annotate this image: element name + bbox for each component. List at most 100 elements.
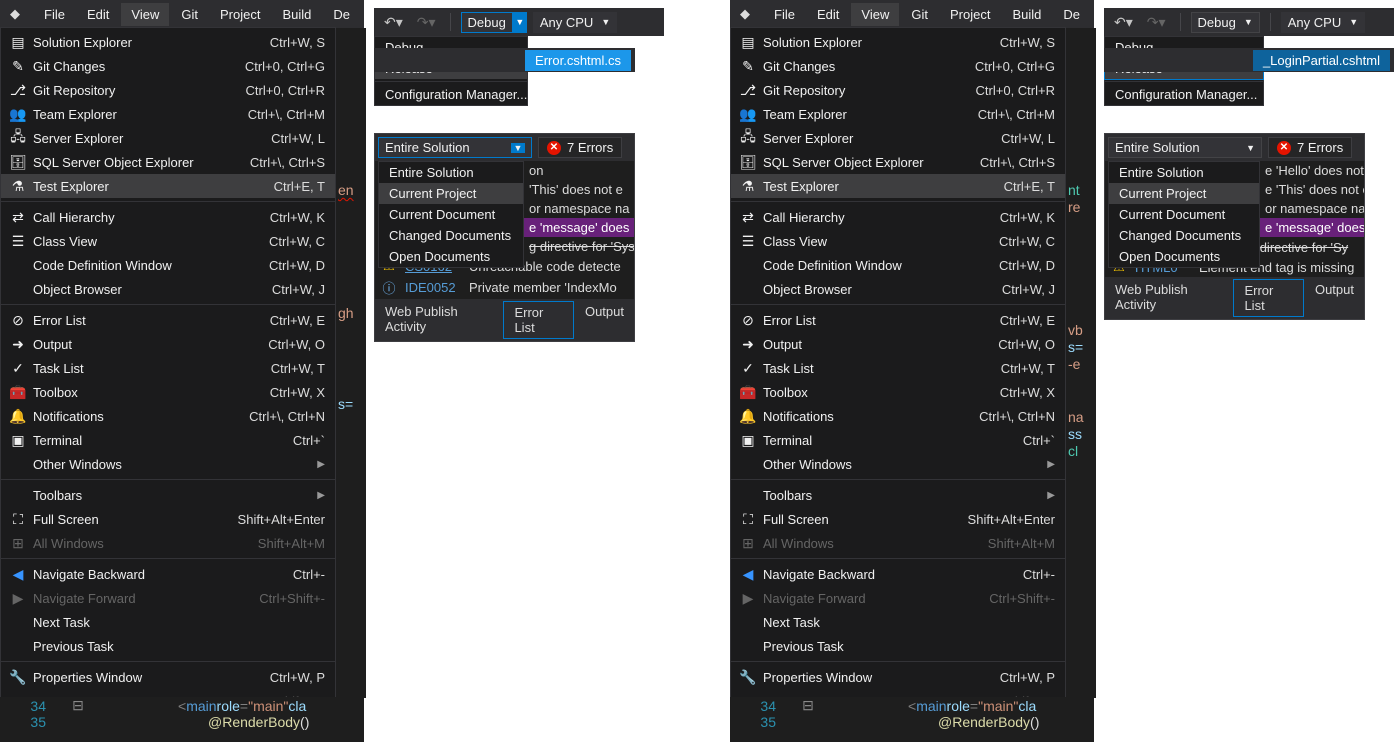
menu-git[interactable]: Git	[901, 3, 938, 26]
error-partial[interactable]: e 'message' does	[529, 220, 629, 235]
fold-icon[interactable]: ⊟	[58, 697, 98, 714]
config-opt-mgr[interactable]: Configuration Manager...	[1105, 84, 1263, 105]
scope-opt-current-proj[interactable]: Current Project	[1109, 183, 1259, 204]
view-solution-explorer[interactable]: ▤Solution ExplorerCtrl+W, S	[731, 30, 1065, 54]
menu-view[interactable]: View	[851, 3, 899, 26]
view-terminal[interactable]: ▣TerminalCtrl+`	[731, 428, 1065, 452]
view-object-browser[interactable]: Object BrowserCtrl+W, J	[1, 277, 335, 301]
view-solution-explorer[interactable]: ▤Solution ExplorerCtrl+W, S	[1, 30, 335, 54]
view-task-list[interactable]: ✓Task ListCtrl+W, T	[731, 356, 1065, 380]
menu-file[interactable]: File	[34, 3, 75, 26]
scope-opt-changed[interactable]: Changed Documents	[1109, 225, 1259, 246]
tab-error-list[interactable]: Error List	[1233, 279, 1304, 317]
view-code-def[interactable]: Code Definition WindowCtrl+W, D	[1, 253, 335, 277]
scope-opt-entire[interactable]: Entire Solution	[379, 162, 523, 183]
menu-build[interactable]: Build	[1002, 3, 1051, 26]
view-full-screen[interactable]: ⛶Full ScreenShift+Alt+Enter	[731, 507, 1065, 531]
scope-opt-open[interactable]: Open Documents	[379, 246, 523, 267]
platform-combo[interactable]: Any CPU▼	[533, 12, 617, 33]
tab-error-list[interactable]: Error List	[503, 301, 574, 339]
view-toolbars[interactable]: Toolbars▶	[731, 483, 1065, 507]
error-scope-combo[interactable]: Entire Solution▼	[378, 137, 532, 158]
menu-file[interactable]: File	[764, 3, 805, 26]
view-task-list[interactable]: ✓Task ListCtrl+W, T	[1, 356, 335, 380]
scope-opt-open[interactable]: Open Documents	[1109, 246, 1259, 267]
menu-project[interactable]: Project	[940, 3, 1000, 26]
menu-edit[interactable]: Edit	[807, 3, 849, 26]
view-other-windows[interactable]: Other Windows▶	[1, 452, 335, 476]
config-combo[interactable]: Debug▼	[1191, 12, 1260, 33]
view-error-list[interactable]: ⊘Error ListCtrl+W, E	[1, 308, 335, 332]
menu-debug[interactable]: De	[1053, 3, 1090, 26]
view-prev-task[interactable]: Previous Task	[1, 634, 335, 658]
view-git-changes[interactable]: ✎Git ChangesCtrl+0, Ctrl+G	[731, 54, 1065, 78]
error-row[interactable]: ⓘIDE0052Private member 'IndexMo	[375, 276, 634, 299]
menu-git[interactable]: Git	[171, 3, 208, 26]
view-team-explorer[interactable]: 👥Team ExplorerCtrl+\, Ctrl+M	[1, 102, 335, 126]
view-git-repository[interactable]: ⎇Git RepositoryCtrl+0, Ctrl+R	[1, 78, 335, 102]
view-call-hierarchy[interactable]: ⇄Call HierarchyCtrl+W, K	[731, 205, 1065, 229]
file-tab[interactable]: _LoginPartial.cshtml	[1253, 50, 1390, 71]
redo-button[interactable]: ↷▾	[1143, 12, 1170, 33]
view-server-explorer[interactable]: 🖧Server ExplorerCtrl+W, L	[731, 126, 1065, 150]
view-call-hierarchy[interactable]: ⇄Call HierarchyCtrl+W, K	[1, 205, 335, 229]
view-notifications[interactable]: 🔔NotificationsCtrl+\, Ctrl+N	[731, 404, 1065, 428]
scope-opt-current-doc[interactable]: Current Document	[1109, 204, 1259, 225]
config-combo[interactable]: Debug	[461, 12, 513, 33]
view-test-explorer[interactable]: ⚗Test ExplorerCtrl+E, T	[731, 174, 1065, 198]
error-count-button[interactable]: ✕7 Errors	[538, 137, 622, 158]
view-toolbars[interactable]: Toolbars▶	[1, 483, 335, 507]
view-terminal[interactable]: ▣TerminalCtrl+`	[1, 428, 335, 452]
view-output[interactable]: ➜OutputCtrl+W, O	[1, 332, 335, 356]
scope-opt-changed[interactable]: Changed Documents	[379, 225, 523, 246]
view-sql-explorer[interactable]: 🗄SQL Server Object ExplorerCtrl+\, Ctrl+…	[731, 150, 1065, 174]
scope-opt-entire[interactable]: Entire Solution	[1109, 162, 1259, 183]
view-git-changes[interactable]: ✎Git ChangesCtrl+0, Ctrl+G	[1, 54, 335, 78]
view-next-task[interactable]: Next Task	[731, 610, 1065, 634]
view-other-windows[interactable]: Other Windows▶	[731, 452, 1065, 476]
config-caret[interactable]: ▼	[513, 12, 527, 33]
view-output[interactable]: ➜OutputCtrl+W, O	[731, 332, 1065, 356]
view-nav-back[interactable]: ◀Navigate BackwardCtrl+-	[1, 562, 335, 586]
code-frag: na	[1068, 409, 1084, 425]
undo-button[interactable]: ↶▾	[1110, 12, 1137, 33]
view-full-screen[interactable]: ⛶Full ScreenShift+Alt+Enter	[1, 507, 335, 531]
menu-view[interactable]: View	[121, 3, 169, 26]
view-nav-back[interactable]: ◀Navigate BackwardCtrl+-	[731, 562, 1065, 586]
view-team-explorer[interactable]: 👥Team ExplorerCtrl+\, Ctrl+M	[731, 102, 1065, 126]
view-git-repository[interactable]: ⎇Git RepositoryCtrl+0, Ctrl+R	[731, 78, 1065, 102]
scope-opt-current-proj[interactable]: Current Project	[379, 183, 523, 204]
file-tab[interactable]: Error.cshtml.cs	[525, 50, 631, 71]
scope-opt-current-doc[interactable]: Current Document	[379, 204, 523, 225]
view-test-explorer[interactable]: ⚗Test ExplorerCtrl+E, T	[1, 174, 335, 198]
menu-edit[interactable]: Edit	[77, 3, 119, 26]
view-server-explorer[interactable]: 🖧Server ExplorerCtrl+W, L	[1, 126, 335, 150]
view-properties[interactable]: 🔧Properties WindowCtrl+W, P	[731, 665, 1065, 689]
config-opt-mgr[interactable]: Configuration Manager...	[375, 84, 527, 105]
view-notifications[interactable]: 🔔NotificationsCtrl+\, Ctrl+N	[1, 404, 335, 428]
tab-output[interactable]: Output	[1305, 279, 1364, 317]
git-changes-icon: ✎	[737, 58, 759, 75]
view-prev-task[interactable]: Previous Task	[731, 634, 1065, 658]
tab-web-publish[interactable]: Web Publish Activity	[375, 301, 502, 339]
redo-button[interactable]: ↷▾	[413, 12, 440, 33]
tab-output[interactable]: Output	[575, 301, 634, 339]
error-count-button[interactable]: ✕7 Errors	[1268, 137, 1352, 158]
view-toolbox[interactable]: 🧰ToolboxCtrl+W, X	[731, 380, 1065, 404]
tab-web-publish[interactable]: Web Publish Activity	[1105, 279, 1232, 317]
view-class-view[interactable]: ☰Class ViewCtrl+W, C	[731, 229, 1065, 253]
view-toolbox[interactable]: 🧰ToolboxCtrl+W, X	[1, 380, 335, 404]
view-sql-explorer[interactable]: 🗄SQL Server Object ExplorerCtrl+\, Ctrl+…	[1, 150, 335, 174]
view-code-def[interactable]: Code Definition WindowCtrl+W, D	[731, 253, 1065, 277]
view-next-task[interactable]: Next Task	[1, 610, 335, 634]
undo-button[interactable]: ↶▾	[380, 12, 407, 33]
view-error-list[interactable]: ⊘Error ListCtrl+W, E	[731, 308, 1065, 332]
platform-combo[interactable]: Any CPU▼	[1281, 12, 1365, 33]
menu-project[interactable]: Project	[210, 3, 270, 26]
view-class-view[interactable]: ☰Class ViewCtrl+W, C	[1, 229, 335, 253]
view-object-browser[interactable]: Object BrowserCtrl+W, J	[731, 277, 1065, 301]
menu-build[interactable]: Build	[272, 3, 321, 26]
menu-debug[interactable]: De	[323, 3, 360, 26]
view-properties[interactable]: 🔧Properties WindowCtrl+W, P	[1, 665, 335, 689]
error-scope-combo[interactable]: Entire Solution▼	[1108, 137, 1262, 158]
